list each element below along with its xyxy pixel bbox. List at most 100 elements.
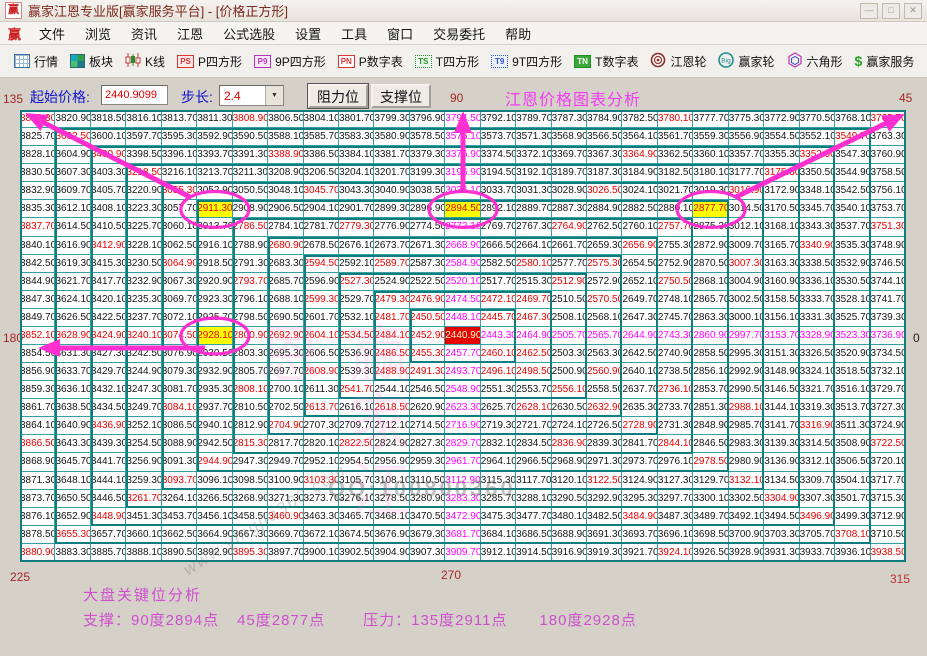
menu-item-5[interactable]: 设置 [285,22,331,45]
gann-cell: 3456.10 [197,508,232,526]
minimize-button[interactable]: — [860,3,878,19]
gann-cell: 3043.30 [339,182,374,200]
toolbar-item-4[interactable]: P99P四方形 [248,53,332,70]
support-button[interactable]: 支撑位 [371,84,431,108]
gann-cell: 2781.70 [304,218,339,236]
gann-cell: 3040.90 [374,182,409,200]
menu-item-3[interactable]: 江恩 [167,22,213,45]
gann-cell: 3285.70 [481,490,516,508]
gann-cell: 3660.10 [126,526,161,544]
maximize-button[interactable]: □ [882,3,900,19]
gann-cell: 3045.70 [304,182,339,200]
gann-cell: 3453.70 [162,508,197,526]
start-price-input[interactable] [101,85,168,105]
toolbar-item-5[interactable]: PNP数字表 [332,53,409,70]
gann-cell: 3751.30 [871,218,906,236]
toolbar-item-label: 行情 [34,53,58,70]
menu-item-0[interactable]: 文件 [29,22,75,45]
angle-label-45: 45 [899,91,912,105]
gann-cell: 2647.30 [622,309,657,327]
gann-cell: 3933.70 [800,544,835,562]
candlestick-icon [125,53,141,70]
gann-cell: 3568.90 [552,128,587,146]
toolbar-item-label: 江恩轮 [670,53,706,70]
gann-cell: 2892.10 [481,200,516,218]
resistance-button[interactable]: 阻力位 [308,84,368,108]
gann-cell: 2680.90 [268,237,303,255]
gann-cell: 3861.70 [20,399,55,417]
gann-cell: 3362.50 [658,146,693,164]
gann-cell: 3204.10 [339,164,374,182]
menu-item-4[interactable]: 公式选股 [213,22,285,45]
toolbar-item-8[interactable]: TNT数字表 [568,53,644,70]
gann-cell: 3360.10 [693,146,728,164]
menu-item-2[interactable]: 资讯 [121,22,167,45]
gann-cell: 3081.70 [162,381,197,399]
gann-cell: 2928.10 [197,327,232,345]
gann-cell: 2983.30 [729,435,764,453]
toolbar-item-7[interactable]: T99T四方形 [485,53,568,70]
menu-item-1[interactable]: 浏览 [75,22,121,45]
gann-cell: 2481.70 [374,309,409,327]
gann-cell: 2515.30 [516,273,551,291]
gann-cell: 3640.90 [55,417,90,435]
toolbar-item-0[interactable]: 行情 [8,53,64,70]
svg-text:Big: Big [722,57,732,64]
gann-cell: 3612.10 [55,200,90,218]
gann-cell: 3160.90 [764,273,799,291]
gann-cell: 3163.30 [764,255,799,273]
menu-item-7[interactable]: 窗口 [377,22,423,45]
gann-cell: 3823.30 [20,110,55,128]
toolbar-item-2[interactable]: K线 [119,53,171,70]
gann-cell: 2642.50 [622,345,657,363]
toolbar-item-label: 9P四方形 [275,53,326,70]
gann-cell: 3091.30 [162,453,197,471]
toolbar-item-6[interactable]: TST四方形 [409,53,485,70]
toolbar-item-1[interactable]: 板块 [64,53,119,70]
gann-cell: 3468.10 [374,508,409,526]
gann-cell: 3338.50 [800,255,835,273]
toolbar-item-3[interactable]: PSP四方形 [171,53,248,70]
menu-item-9[interactable]: 帮助 [495,22,541,45]
gann-cell: 2505.70 [552,327,587,345]
gann-cell: 3916.90 [552,544,587,562]
gann-cell: 3808.90 [233,110,268,128]
gann-cell: 3280.90 [410,490,445,508]
gann-cell: 3729.70 [871,381,906,399]
gann-cell: 3604.90 [55,146,90,164]
gann-cell: 3772.90 [764,110,799,128]
gann-cell: 3242.50 [126,345,161,363]
gann-cell: 3696.10 [658,526,693,544]
gann-cell: 2450.50 [410,309,445,327]
gann-cell: 2736.10 [658,381,693,399]
step-combobox[interactable]: 2.4 ▼ [219,85,284,106]
gann-cell: 2668.90 [445,237,480,255]
gann-cell: 2608.90 [304,363,339,381]
gann-cell: 2947.30 [233,453,268,471]
gann-cell: 2750.50 [658,273,693,291]
gann-cell: 2623.30 [445,399,480,417]
step-label: 步长: [181,87,213,107]
toolbar-item-9[interactable]: 江恩轮 [644,52,712,71]
gann-cell: 3211.30 [233,164,268,182]
gann-cell: 2815.30 [233,435,268,453]
gann-cell: 2772.10 [445,218,480,236]
gann-cell: 3441.70 [91,453,126,471]
gann-cell: 3609.70 [55,182,90,200]
gann-cell: 3019.30 [693,182,728,200]
gann-cell: 3146.50 [764,381,799,399]
menu-item-6[interactable]: 工具 [331,22,377,45]
toolbar-item-11[interactable]: 六角形 [781,52,849,71]
gann-cell: 3448.90 [91,508,126,526]
toolbar-item-10[interactable]: Big赢家轮 [712,52,780,71]
close-button[interactable]: ✕ [904,3,922,19]
menu-item-8[interactable]: 交易委托 [423,22,495,45]
gann-cell: 2829.70 [445,435,480,453]
chevron-down-icon[interactable]: ▼ [265,86,283,105]
gann-cell: 3319.30 [800,399,835,417]
gann-cell: 2966.50 [516,453,551,471]
toolbar-item-12[interactable]: $赢家服务 [849,53,921,70]
gann-cell: 2560.90 [587,363,622,381]
gann-cell: 3552.10 [800,128,835,146]
gann-cell: 2541.70 [339,381,374,399]
